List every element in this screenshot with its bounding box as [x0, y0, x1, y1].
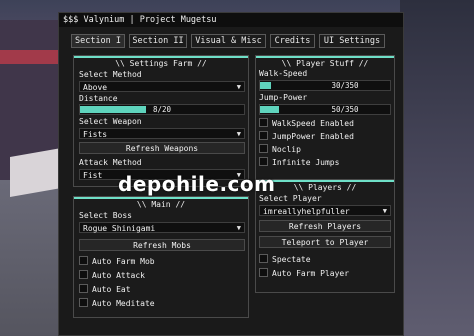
- settings-farm-panel: \\ Settings Farm // Select Method Above ▼…: [73, 55, 249, 187]
- window-title[interactable]: $$$ Valynium | Project Mugetsu: [59, 13, 403, 27]
- checkbox-icon: [259, 268, 268, 277]
- auto-farm-mob-toggle[interactable]: Auto Farm Mob: [79, 256, 155, 266]
- checkbox-icon: [79, 270, 88, 279]
- auto-farm-player-toggle[interactable]: Auto Farm Player: [259, 268, 349, 278]
- chevron-down-icon: ▼: [236, 83, 241, 91]
- auto-attack-toggle[interactable]: Auto Attack: [79, 270, 145, 280]
- attack-method-label: Attack Method: [79, 158, 142, 167]
- auto-meditate-toggle[interactable]: Auto Meditate: [79, 298, 155, 308]
- watermark-text: depohile.com: [118, 172, 276, 196]
- noclip-toggle[interactable]: Noclip: [259, 144, 301, 154]
- tab-visual-misc[interactable]: Visual & Misc: [191, 34, 266, 48]
- walkspeed-value: 30/350: [331, 81, 359, 90]
- checkbox-icon: [259, 254, 268, 263]
- checkbox-icon: [79, 284, 88, 293]
- checkbox-icon: [259, 144, 268, 153]
- checkbox-icon: [259, 131, 268, 140]
- players-header: \\ Players //: [293, 183, 357, 192]
- select-boss-dropdown[interactable]: Rogue Shinigami ▼: [79, 222, 245, 233]
- chevron-down-icon: ▼: [236, 224, 241, 232]
- select-boss-label: Select Boss: [79, 211, 132, 220]
- tab-ui-settings[interactable]: UI Settings: [319, 34, 385, 48]
- slider-fill: [260, 82, 272, 89]
- jumppower-slider[interactable]: 50/350: [259, 104, 391, 115]
- chevron-down-icon: ▼: [236, 130, 241, 138]
- refresh-players-button[interactable]: Refresh Players: [259, 220, 391, 232]
- spectate-toggle[interactable]: Spectate: [259, 254, 311, 264]
- checkbox-icon: [79, 256, 88, 265]
- jumppower-label: Jump-Power: [259, 93, 308, 102]
- distance-slider[interactable]: 8/20: [79, 104, 245, 115]
- walkspeed-slider[interactable]: 30/350: [259, 80, 391, 91]
- checkbox-icon: [259, 118, 268, 127]
- chevron-down-icon: ▼: [382, 207, 387, 215]
- refresh-mobs-button[interactable]: Refresh Mobs: [79, 239, 245, 251]
- player-stuff-header: \\ Player Stuff //: [281, 59, 369, 68]
- distance-value: 8/20: [152, 105, 172, 114]
- checkbox-icon: [79, 298, 88, 307]
- teleport-to-player-button[interactable]: Teleport to Player: [259, 236, 391, 248]
- tab-section-1[interactable]: Section I: [71, 34, 125, 48]
- auto-eat-toggle[interactable]: Auto Eat: [79, 284, 131, 294]
- players-panel: \\ Players // Select Player imreallyhelp…: [255, 179, 395, 293]
- select-player-dropdown[interactable]: imreallyhelpfuller ▼: [259, 205, 391, 216]
- jumppower-value: 50/350: [331, 105, 359, 114]
- settings-farm-header: \\ Settings Farm //: [115, 59, 207, 68]
- infinite-jumps-toggle[interactable]: Infinite Jumps: [259, 157, 339, 167]
- select-method-dropdown[interactable]: Above ▼: [79, 81, 245, 92]
- main-header: \\ Main //: [136, 200, 186, 209]
- tab-section-2[interactable]: Section II: [129, 34, 187, 48]
- select-weapon-dropdown[interactable]: Fists ▼: [79, 128, 245, 139]
- refresh-weapons-button[interactable]: Refresh Weapons: [79, 142, 245, 154]
- tab-credits[interactable]: Credits: [270, 34, 315, 48]
- checkbox-icon: [259, 157, 268, 166]
- walkspeed-label: Walk-Speed: [259, 69, 308, 78]
- walkspeed-enabled-toggle[interactable]: WalkSpeed Enabled: [259, 118, 354, 128]
- select-method-label: Select Method: [79, 70, 142, 79]
- main-panel: \\ Main // Select Boss Rogue Shinigami ▼ …: [73, 196, 249, 318]
- player-stuff-panel: \\ Player Stuff // Walk-Speed 30/350 Jum…: [255, 55, 395, 181]
- distance-label: Distance: [79, 94, 118, 103]
- slider-fill: [260, 106, 279, 113]
- jumppower-enabled-toggle[interactable]: JumpPower Enabled: [259, 131, 354, 141]
- select-weapon-label: Select Weapon: [79, 117, 142, 126]
